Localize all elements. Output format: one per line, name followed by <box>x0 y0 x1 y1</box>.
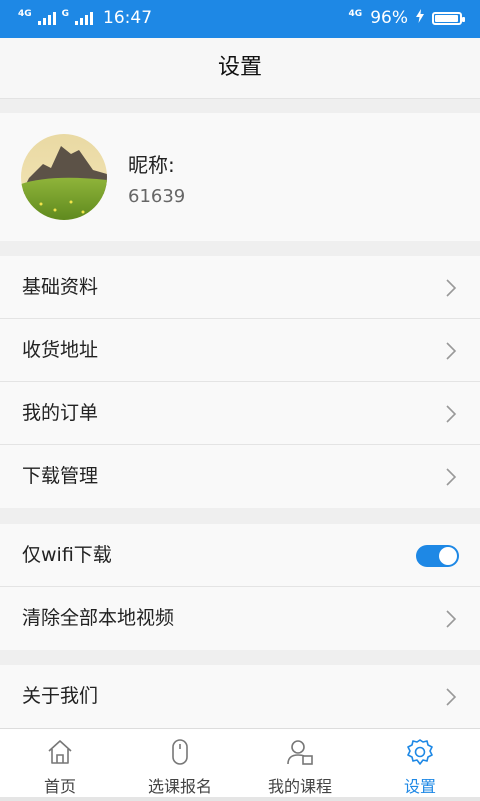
menu-item-basic-info[interactable]: 基础资料 <box>0 256 480 319</box>
user-course-icon <box>287 740 313 765</box>
network-type-right: 4G <box>348 8 363 19</box>
menu-item-shipping-address[interactable]: 收货地址 <box>0 319 480 382</box>
menu-item-label: 清除全部本地视频 <box>22 607 175 629</box>
page-title: 设置 <box>0 38 480 99</box>
tab-label: 我的课程 <box>267 777 332 796</box>
charging-icon <box>416 8 424 28</box>
bottom-nav: 首页 选课报名 我的课程 设置 <box>0 728 480 801</box>
avatar-landscape-image <box>21 134 107 220</box>
nickname-label: 昵称: <box>128 153 175 177</box>
menu-item-label: 我的订单 <box>22 402 99 424</box>
chevron-right-icon <box>446 279 457 297</box>
menu-item-label: 收货地址 <box>22 339 99 361</box>
menu-item-clear-local-videos[interactable]: 清除全部本地视频 <box>0 587 480 650</box>
tab-label: 首页 <box>43 777 76 796</box>
network-type-1: 4G <box>18 8 32 19</box>
battery-fill <box>435 14 458 22</box>
menu-item-label: 下载管理 <box>22 465 99 487</box>
menu-item-wifi-only-download: 仅wifi下载 <box>0 524 480 587</box>
battery-percent: 96% <box>370 8 408 28</box>
chevron-right-icon <box>446 342 457 360</box>
mouse-icon <box>172 739 188 765</box>
chevron-right-icon <box>446 610 457 628</box>
battery-icon <box>432 11 465 25</box>
wifi-only-toggle[interactable] <box>416 545 459 567</box>
network-type-2: G <box>61 8 70 19</box>
user-id: 61639 <box>128 186 186 207</box>
chevron-right-icon <box>446 468 457 486</box>
clock: 16:47 <box>103 8 153 28</box>
menu-item-about-us[interactable]: 关于我们 <box>0 665 480 728</box>
signal-icon <box>37 11 56 25</box>
status-right: 4G 96% <box>348 8 465 28</box>
chevron-right-icon <box>446 405 457 423</box>
tab-course-enroll[interactable]: 选课报名 <box>120 729 240 801</box>
status-left: 4G G 16:47 <box>18 8 152 28</box>
signal-icon-2 <box>75 11 94 25</box>
avatar[interactable] <box>21 134 107 220</box>
tab-label: 设置 <box>403 777 436 796</box>
menu-item-my-orders[interactable]: 我的订单 <box>0 382 480 445</box>
tab-label: 选课报名 <box>147 777 212 796</box>
menu-item-label: 仅wifi下载 <box>22 544 112 566</box>
toggle-knob <box>439 547 457 565</box>
gear-icon <box>407 739 433 765</box>
tab-home[interactable]: 首页 <box>0 729 120 801</box>
tab-settings[interactable]: 设置 <box>360 729 480 801</box>
menu-item-label: 基础资料 <box>22 276 99 298</box>
chevron-right-icon <box>446 688 457 706</box>
profile-card[interactable]: 昵称: 61639 <box>0 113 480 241</box>
menu-item-label: 关于我们 <box>22 685 99 707</box>
menu-item-download-manager[interactable]: 下载管理 <box>0 445 480 508</box>
home-icon <box>48 740 72 764</box>
status-bar: 4G G 16:47 4G 96% <box>0 0 480 38</box>
tab-my-courses[interactable]: 我的课程 <box>240 729 360 801</box>
bottom-edge <box>0 797 480 801</box>
